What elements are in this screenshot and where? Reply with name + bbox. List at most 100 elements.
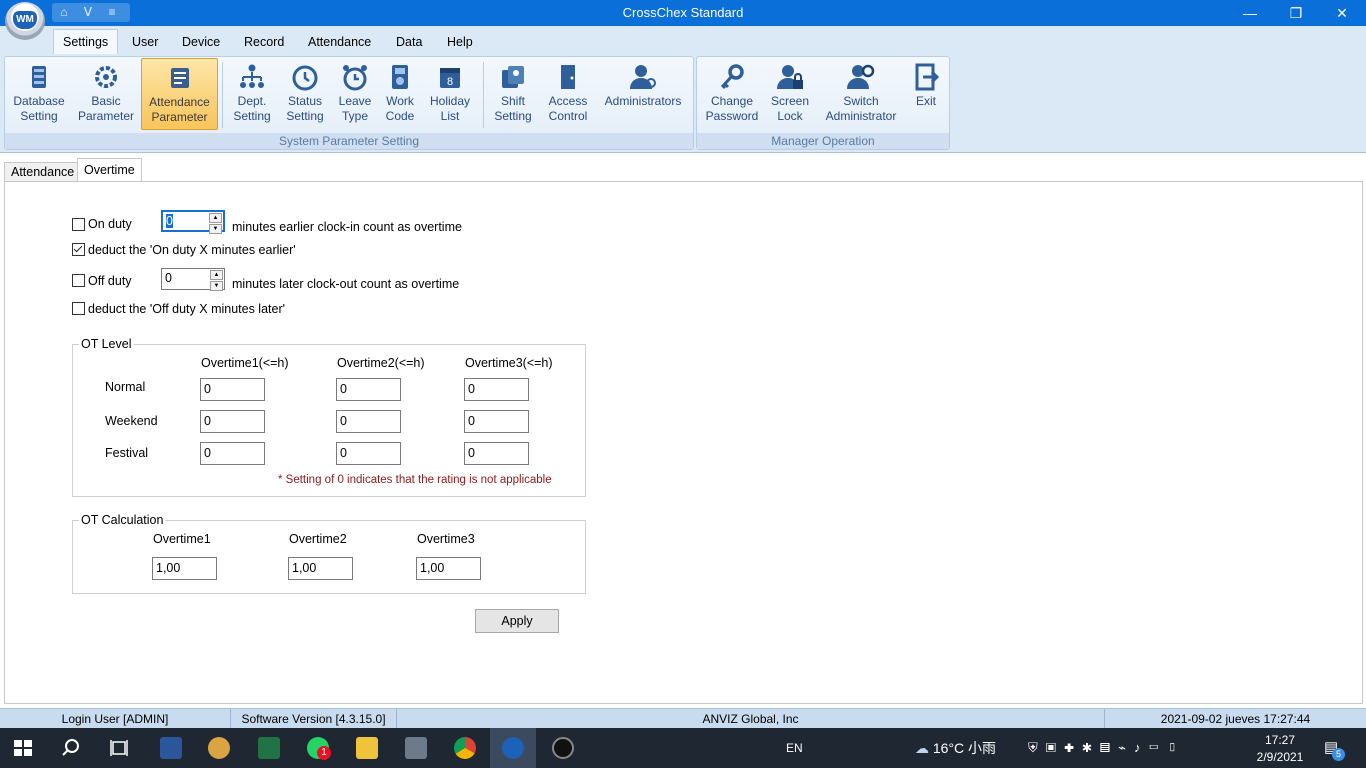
screen-lock-button[interactable]: Screen Lock	[766, 58, 814, 128]
button-label: Lock	[777, 109, 803, 123]
tab-attendance[interactable]: Attendance	[4, 162, 82, 181]
basic-parameter-button[interactable]: Basic Parameter	[74, 58, 138, 128]
leave-type-button[interactable]: Leave Type	[334, 58, 376, 128]
overtime2-rate-input[interactable]: 1,00	[288, 557, 353, 580]
normal-overtime2-input[interactable]: 0	[336, 378, 401, 401]
calculator-icon[interactable]	[393, 728, 439, 768]
tray-puzzle-icon[interactable]: ✚	[1064, 740, 1082, 755]
weekend-overtime2-input[interactable]: 0	[336, 410, 401, 433]
menu-user[interactable]: User	[132, 35, 158, 49]
word-icon[interactable]	[148, 728, 194, 768]
normal-overtime3-input[interactable]: 0	[464, 378, 529, 401]
festival-overtime2-input[interactable]: 0	[336, 442, 401, 465]
deduct-on-duty-checkbox[interactable]	[72, 243, 85, 256]
menu-help[interactable]: Help	[447, 35, 473, 49]
access-control-button[interactable]: Access Control	[544, 58, 592, 128]
tray-network-icon[interactable]: ▭	[1148, 740, 1166, 755]
menu-record[interactable]: Record	[244, 35, 284, 49]
minimize-button[interactable]: —	[1227, 0, 1273, 26]
tray-shield-icon[interactable]: ⛨	[1028, 740, 1046, 755]
close-button[interactable]: ✕	[1319, 0, 1365, 26]
on-duty-suffix: minutes earlier clock-in count as overti…	[232, 220, 462, 234]
chrome-icon[interactable]	[442, 728, 488, 768]
work-code-icon	[392, 65, 408, 89]
camera-icon[interactable]	[540, 728, 586, 768]
attendance-parameter-button[interactable]: Attendance Parameter	[141, 58, 218, 130]
tab-overtime[interactable]: Overtime	[77, 158, 142, 181]
overtime3-rate-input[interactable]: 1,00	[416, 557, 481, 580]
restore-button[interactable]: ❐	[1273, 0, 1319, 26]
input-value: 0	[340, 414, 347, 428]
shift-setting-button[interactable]: Shift Setting	[490, 58, 536, 128]
crosschex-icon[interactable]	[490, 728, 536, 768]
switch-administrator-button[interactable]: Switch Administrator	[822, 58, 900, 128]
system-tray-icons[interactable]: ⛨▣✚✱▤⌁♪▭▯	[1028, 728, 1185, 768]
switch-admin-icon	[847, 64, 875, 89]
button-label: Status	[287, 94, 323, 108]
stepper-arrows[interactable]: ▲ ▼	[210, 270, 223, 291]
dept-setting-button[interactable]: Dept. Setting	[228, 58, 276, 128]
stepper-arrows[interactable]: ▲ ▼	[209, 213, 222, 234]
group-label: Manager Operation	[697, 133, 949, 149]
up-arrow-icon[interactable]: ▲	[209, 213, 222, 223]
holiday-list-button[interactable]: 8 Holiday List	[426, 58, 474, 128]
down-arrow-icon[interactable]: ▼	[210, 281, 223, 291]
menu-data[interactable]: Data	[396, 35, 422, 49]
festival-overtime1-input[interactable]: 0	[200, 442, 265, 465]
tray-battery-icon[interactable]: ▯	[1167, 740, 1185, 755]
status-setting-button[interactable]: Status Setting	[282, 58, 328, 128]
tray-monitor-icon[interactable]: ▤	[1100, 740, 1118, 755]
weather-widget[interactable]: ☁ 16°C 小雨	[915, 728, 996, 768]
excel-icon[interactable]	[246, 728, 292, 768]
off-duty-checkbox[interactable]	[72, 274, 85, 287]
app-logo[interactable]: WM	[5, 2, 45, 40]
exit-button[interactable]: Exit	[906, 58, 946, 128]
input-value: 0	[468, 446, 475, 460]
normal-overtime1-input[interactable]: 0	[200, 378, 265, 401]
tray-bluetooth-icon[interactable]: ✱	[1082, 740, 1100, 755]
tray-volume-icon[interactable]: ♪	[1134, 740, 1149, 755]
ot-level-col1-header: Overtime1(<=h)	[201, 356, 289, 370]
clock-date[interactable]: 2/9/2021	[1248, 749, 1312, 765]
deduct-off-duty-checkbox[interactable]	[72, 302, 85, 315]
language-indicator[interactable]: EN	[786, 728, 803, 768]
notification-center-icon[interactable]: ▤ 5	[1324, 728, 1345, 768]
on-duty-checkbox[interactable]	[72, 218, 85, 231]
weekend-overtime1-input[interactable]: 0	[200, 410, 265, 433]
off-duty-minutes-stepper[interactable]: 0 ▲ ▼	[161, 268, 225, 291]
ribbon-separator	[222, 62, 223, 128]
festival-overtime3-input[interactable]: 0	[464, 442, 529, 465]
button-label: Administrators	[604, 94, 682, 108]
excel-tile-icon	[258, 737, 280, 759]
button-label: Password	[705, 109, 759, 123]
on-duty-minutes-stepper[interactable]: 0 ▲ ▼	[161, 210, 225, 234]
file-explorer-icon[interactable]	[344, 728, 390, 768]
apply-button[interactable]: Apply	[475, 609, 559, 633]
database-setting-button[interactable]: Database Setting	[10, 58, 68, 128]
tray-nvidia-icon[interactable]: ▣	[1046, 740, 1064, 755]
task-view-icon[interactable]	[96, 728, 142, 768]
key-icon	[720, 64, 744, 90]
overtime1-rate-input[interactable]: 1,00	[152, 557, 217, 580]
work-code-button[interactable]: Work Code	[380, 58, 420, 128]
chrome-logo-icon	[454, 737, 476, 759]
change-password-button[interactable]: Change Password	[702, 58, 762, 128]
menu-attendance[interactable]: Attendance	[308, 35, 371, 49]
input-value: 1,00	[156, 561, 181, 575]
menu-device[interactable]: Device	[182, 35, 220, 49]
administrators-button[interactable]: Administrators	[600, 58, 686, 128]
whatsapp-icon[interactable]: 1	[295, 728, 341, 768]
button-label: Exit	[915, 94, 936, 108]
status-company: ANVIZ Global, Inc	[397, 709, 1105, 729]
clock-time[interactable]: 17:27	[1248, 732, 1312, 748]
weekend-overtime3-input[interactable]: 0	[464, 410, 529, 433]
down-arrow-icon[interactable]: ▼	[209, 224, 222, 234]
button-label: Access	[548, 94, 588, 108]
menu-settings[interactable]: Settings	[53, 29, 119, 55]
search-icon[interactable]	[48, 728, 94, 768]
windows-start-icon[interactable]	[0, 728, 46, 768]
up-arrow-icon[interactable]: ▲	[210, 270, 223, 280]
paint-icon[interactable]	[196, 728, 242, 768]
door-icon	[561, 65, 575, 89]
tray-wifi-off-icon[interactable]: ⌁	[1118, 740, 1134, 755]
